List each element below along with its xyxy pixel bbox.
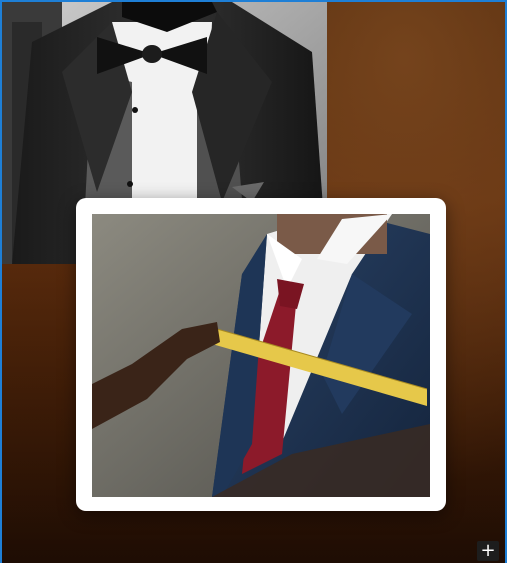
image-canvas[interactable]: + xyxy=(0,0,507,563)
plus-icon: + xyxy=(480,540,496,561)
tailor-photo xyxy=(92,214,430,497)
tailor-photo-frame[interactable] xyxy=(76,198,446,511)
add-button[interactable]: + xyxy=(477,541,499,561)
tailor-illustration xyxy=(92,214,430,497)
